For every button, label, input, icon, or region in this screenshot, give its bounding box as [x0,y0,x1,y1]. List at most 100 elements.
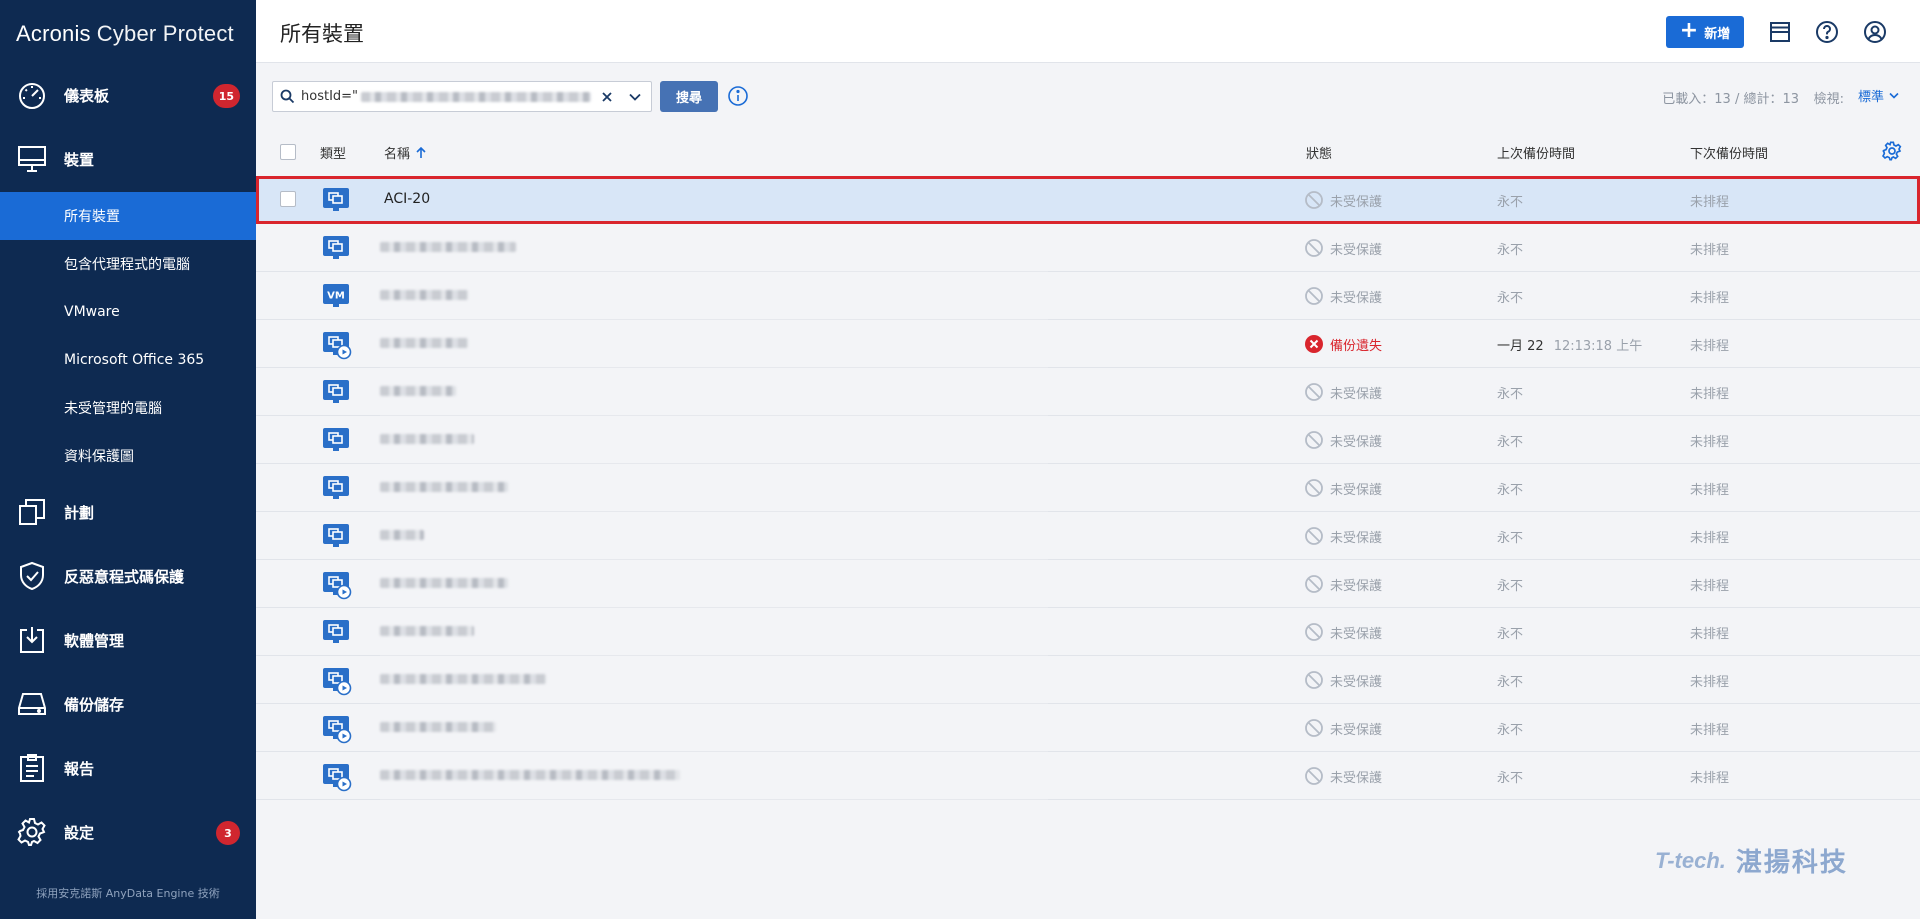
last-backup-cell: 永不 [1497,675,1524,690]
watermark-logo: T-tech. [1655,847,1726,873]
machine-agent-icon [322,330,352,360]
status-cell: 未受保護 [1304,670,1382,690]
plus-icon: + [1679,18,1699,43]
nav-backup-storage[interactable]: 備份儲存 [0,672,256,736]
redacted-device-name[interactable] [380,770,680,780]
nav-dashboard[interactable]: 儀表板 15 [0,63,256,127]
nav-reports[interactable]: 報告 [0,736,256,800]
nav-sub-all-devices[interactable]: 所有裝置 [0,192,256,240]
next-backup-cell: 未排程 [1690,387,1730,402]
table-row[interactable]: 未受保護 永不 未排程 [256,416,1920,464]
next-backup-cell: 未排程 [1690,723,1730,738]
chevron-down-icon[interactable] [625,87,645,107]
info-icon[interactable] [727,85,749,107]
search-button[interactable]: 搜尋 [660,81,718,112]
redacted-device-name[interactable] [380,482,508,492]
machine-icon [322,522,350,550]
nav-antimalware[interactable]: 反惡意程式碼保護 [0,544,256,608]
nav-devices[interactable]: 裝置 [0,127,256,191]
table-row[interactable]: 備份遺失 一月 22 12:13:18 上午 未排程 [256,320,1920,368]
status-cell: 未受保護 [1304,718,1382,738]
table-row[interactable]: VM 未受保護 永不 未排程 [256,272,1920,320]
status-cell: 未受保護 [1304,574,1382,594]
column-settings-gear-icon[interactable] [1881,141,1902,165]
redacted-device-name[interactable] [380,722,496,732]
help-icon[interactable] [1813,18,1841,46]
column-last-backup[interactable]: 上次備份時間 [1497,143,1575,162]
table-row[interactable]: 未受保護 永不 未排程 [256,704,1920,752]
machine-icon [322,234,350,262]
last-backup-cell: 永不 [1497,243,1524,258]
redacted-device-name[interactable] [380,674,546,684]
nav-sub-office365[interactable]: Microsoft Office 365 [0,336,256,384]
svg-text:VM: VM [327,291,345,302]
table-row[interactable]: 未受保護 永不 未排程 [256,560,1920,608]
watermark: T-tech. 湛揚科技 [1655,842,1848,879]
not-protected-icon [1304,622,1324,642]
redacted-device-name[interactable] [380,338,468,348]
shield-check-icon [15,559,49,593]
redacted-device-name[interactable] [380,290,468,300]
search-input[interactable] [301,84,361,109]
last-backup-cell: 一月 22 12:13:18 上午 [1497,339,1643,354]
status-cell: 未受保護 [1304,382,1382,402]
next-backup-cell: 未排程 [1690,675,1730,690]
table-row[interactable]: 未受保護 永不 未排程 [256,608,1920,656]
machine-agent-icon [322,762,352,792]
table-row[interactable]: ACI-20 未受保護 永不 未排程 [256,176,1920,224]
table-row[interactable]: 未受保護 永不 未排程 [256,464,1920,512]
last-backup-cell: 永不 [1497,483,1524,498]
search-icon [273,89,301,104]
layout-toggle-icon[interactable] [1766,18,1794,46]
next-backup-cell: 未排程 [1690,339,1730,354]
column-type[interactable]: 類型 [320,143,346,162]
clear-search-icon[interactable] [597,87,617,107]
storage-drive-icon [15,687,49,721]
not-protected-icon [1304,430,1324,450]
next-backup-cell: 未排程 [1690,291,1730,306]
nav-software-management[interactable]: 軟體管理 [0,608,256,672]
status-cell: 備份遺失 [1304,334,1382,354]
nav-sub-vmware[interactable]: VMware [0,288,256,336]
nav-settings[interactable]: 設定 3 [0,800,256,864]
table-row[interactable]: 未受保護 永不 未排程 [256,224,1920,272]
loaded-count: 已載入：13 / 總計：13 [1662,92,1799,107]
redacted-device-name[interactable] [380,626,474,636]
last-backup-cell: 永不 [1497,387,1524,402]
last-backup-cell: 永不 [1497,195,1524,210]
device-name[interactable]: ACI-20 [384,191,430,207]
table-row[interactable]: 未受保護 永不 未排程 [256,752,1920,800]
view-label: 檢視: [1813,92,1844,107]
add-button[interactable]: + 新增 [1666,16,1744,48]
redacted-device-name[interactable] [380,386,456,396]
report-clipboard-icon [15,751,49,785]
user-account-icon[interactable] [1861,18,1889,46]
column-name[interactable]: 名稱 [384,143,426,162]
view-select[interactable]: 標準 [1858,86,1899,105]
nav-sub-machines-with-agents[interactable]: 包含代理程式的電腦 [0,240,256,288]
select-all-checkbox[interactable] [280,144,296,160]
redacted-device-name[interactable] [380,242,516,252]
column-status[interactable]: 狀態 [1306,143,1332,162]
not-protected-icon [1304,238,1324,258]
nav-sub-data-protection-map[interactable]: 資料保護圖 [0,432,256,480]
settings-alert-badge: 3 [216,821,240,845]
nav-sub-unmanaged-machines[interactable]: 未受管理的電腦 [0,384,256,432]
machine-agent-icon [322,714,352,744]
row-checkbox[interactable] [280,191,296,207]
watermark-text: 湛揚科技 [1735,848,1848,878]
table-row[interactable]: 未受保護 永不 未排程 [256,656,1920,704]
table-row[interactable]: 未受保護 永不 未排程 [256,512,1920,560]
redacted-device-name[interactable] [380,434,474,444]
table-row[interactable]: 未受保護 永不 未排程 [256,368,1920,416]
not-protected-icon [1304,670,1324,690]
monitor-icon [15,142,49,176]
gear-icon [15,815,49,849]
not-protected-icon [1304,766,1324,786]
redacted-device-name[interactable] [380,578,508,588]
redacted-device-name[interactable] [380,530,424,540]
not-protected-icon [1304,190,1324,210]
column-next-backup[interactable]: 下次備份時間 [1690,143,1768,162]
nav-plans[interactable]: 計劃 [0,480,256,544]
machine-agent-icon [322,666,352,696]
